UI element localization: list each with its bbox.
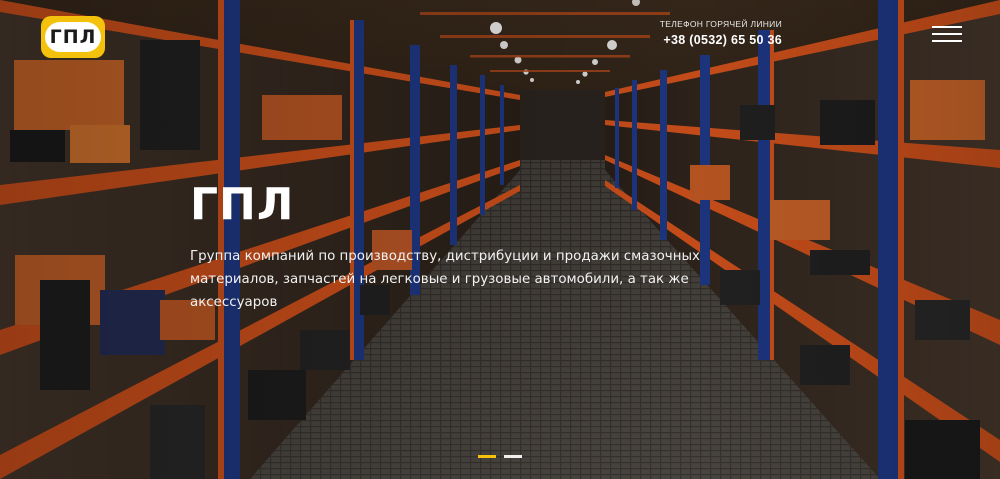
slider-dot-2[interactable] bbox=[504, 455, 522, 458]
logo-text: ГПЛ bbox=[49, 25, 97, 48]
hotline-block: ТЕЛЕФОН ГОРЯЧЕЙ ЛИНИИ +38 (0532) 65 50 3… bbox=[660, 19, 782, 47]
hero-banner: ГПЛ ТЕЛЕФОН ГОРЯЧЕЙ ЛИНИИ +38 (0532) 65 … bbox=[0, 0, 1000, 479]
hotline-phone-link[interactable]: +38 (0532) 65 50 36 bbox=[660, 33, 782, 47]
warehouse-background-image bbox=[0, 0, 1000, 479]
menu-bar-line bbox=[932, 26, 962, 28]
menu-bar-line bbox=[932, 33, 962, 35]
hamburger-menu-icon[interactable] bbox=[932, 26, 962, 42]
hero-title: ГПЛ bbox=[190, 179, 295, 230]
logo-badge: ГПЛ bbox=[45, 22, 101, 52]
hotline-label: ТЕЛЕФОН ГОРЯЧЕЙ ЛИНИИ bbox=[659, 19, 782, 29]
company-logo[interactable]: ГПЛ bbox=[41, 16, 105, 58]
menu-bar-line bbox=[932, 40, 962, 42]
slider-pagination bbox=[478, 455, 522, 458]
hero-description: Группа компаний по производству, дистриб… bbox=[190, 249, 700, 310]
slider-dot-1[interactable] bbox=[478, 455, 496, 458]
background-overlay bbox=[0, 0, 1000, 479]
